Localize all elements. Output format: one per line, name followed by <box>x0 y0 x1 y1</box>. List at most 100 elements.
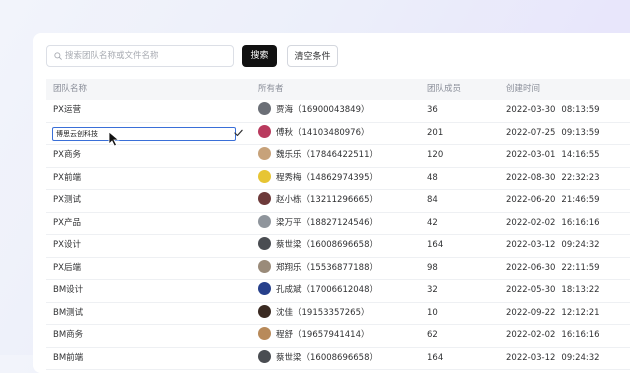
created-date: 2022-03-01 <box>506 150 556 160</box>
member-count: 120 <box>427 150 444 160</box>
clear-filters-button[interactable]: 清空条件 <box>287 45 338 67</box>
team-name[interactable]: PX运营 <box>53 100 81 122</box>
created-clock: 22:11:59 <box>561 262 600 273</box>
avatar <box>258 304 271 318</box>
created-time: 2022-08-30 22:32:23 <box>506 168 600 190</box>
avatar <box>258 169 271 183</box>
member-count: 201 <box>427 127 444 138</box>
avatar <box>258 192 271 205</box>
team-name[interactable]: BM测试 <box>53 303 83 325</box>
team-name[interactable]: PX设计 <box>53 235 81 257</box>
created-date: 2022-08-30 <box>506 172 556 183</box>
owner: 贾海（16900043849） <box>258 100 370 122</box>
owner-label: 贾海（16900043849） <box>276 105 370 115</box>
search-field[interactable] <box>46 45 234 67</box>
created-clock: 09:24:32 <box>561 240 600 250</box>
owner-label: 沈佳（19153357265） <box>276 307 370 318</box>
avatar <box>258 282 271 295</box>
avatar <box>258 214 271 228</box>
search-icon <box>54 52 62 60</box>
created-time: 2022-06-20 21:46:59 <box>506 190 600 212</box>
owner: 傅秋（14103480976） <box>258 123 370 145</box>
table-row[interactable]: 傅秋（14103480976） 201 2022-07-25 09:13:59 <box>46 123 630 145</box>
created-time: 2022-07-25 09:13:59 <box>506 123 600 145</box>
team-name[interactable]: PX测试 <box>53 190 81 212</box>
created-time: 2022-02-02 16:16:16 <box>506 213 600 235</box>
owner: 蔡世梁（16008696658） <box>258 235 378 257</box>
member-count: 42 <box>427 217 438 228</box>
header-team-name[interactable]: 团队名称 <box>53 79 87 100</box>
created-clock: 16:16:16 <box>561 330 600 340</box>
owner: 梁万平（18827124546） <box>258 213 378 235</box>
header-members[interactable]: 团队成员 <box>427 79 461 100</box>
created-time: 2022-05-30 18:13:22 <box>506 280 600 302</box>
created-clock: 22:32:23 <box>561 172 600 183</box>
owner-label: 赵小栋（13211296665） <box>276 195 378 205</box>
team-name[interactable]: BM设计 <box>53 280 83 302</box>
search-toolbar: 搜索 清空条件 <box>46 45 630 67</box>
table-row[interactable]: BM设计 孔成斌（17006612048） 32 2022-05-30 18:13:22 <box>46 280 630 303</box>
created-date: 2022-02-02 <box>506 330 556 340</box>
owner: 赵小栋（13211296665） <box>258 190 378 212</box>
owner: 郑翔乐（15536877188） <box>258 258 378 280</box>
created-date: 2022-09-22 <box>506 307 556 318</box>
team-name[interactable]: PX产品 <box>53 213 81 235</box>
team-name[interactable]: PX前端 <box>53 168 81 190</box>
team-name[interactable]: BM商务 <box>53 325 83 347</box>
table-row[interactable]: PX测试 赵小栋（13211296665） 84 2022-06-20 21:46:59 <box>46 190 630 213</box>
member-count: 48 <box>427 172 438 183</box>
table-row[interactable]: PX产品 梁万平（18827124546） 42 2022-02-02 16:16:16 <box>46 213 630 235</box>
table-row[interactable]: BM前端 蔡世梁（16008696658） 164 2022-03-12 09:24:3… <box>46 348 630 370</box>
created-clock: 21:46:59 <box>561 195 600 205</box>
avatar <box>258 237 271 250</box>
avatar <box>258 259 271 273</box>
owner-label: 孔成斌（17006612048） <box>276 285 378 295</box>
owner-label: 梁万平（18827124546） <box>276 217 378 228</box>
created-time: 2022-03-30 08:13:59 <box>506 100 600 122</box>
owner: 程舒（19657941414） <box>258 325 370 347</box>
member-count: 36 <box>427 105 438 115</box>
table-row[interactable]: PX设计 蔡世梁（16008696658） 164 2022-03-12 09:24:3… <box>46 235 630 258</box>
header-created-time[interactable]: 创建时间 <box>506 79 540 100</box>
created-date: 2022-03-12 <box>506 352 556 363</box>
table-row[interactable]: BM商务 程舒（19657941414） 62 2022-02-02 16:16:16 <box>46 325 630 348</box>
search-input[interactable] <box>65 46 229 66</box>
member-count: 164 <box>427 240 444 250</box>
member-count: 164 <box>427 352 444 363</box>
header-owner[interactable]: 所有者 <box>258 79 284 100</box>
created-clock: 09:13:59 <box>561 127 600 138</box>
created-date: 2022-02-02 <box>506 217 556 228</box>
created-date: 2022-06-30 <box>506 262 556 273</box>
table-row[interactable]: PX商务 魏乐乐（17846422511） 120 2022-03-01 14:16:5… <box>46 145 630 168</box>
table-row[interactable]: BM测试 沈佳（19153357265） 10 2022-09-22 12:12:21 <box>46 303 630 325</box>
owner-label: 郑翔乐（15536877188） <box>276 262 378 273</box>
member-count: 62 <box>427 330 438 340</box>
table-row[interactable]: PX后端 郑翔乐（15536877188） 98 2022-06-30 22:11:59 <box>46 258 630 280</box>
team-name[interactable]: PX后端 <box>53 258 81 280</box>
team-name[interactable]: PX商务 <box>53 145 81 167</box>
created-clock: 12:12:21 <box>561 307 600 318</box>
created-time: 2022-03-12 09:24:32 <box>506 348 600 370</box>
table-row[interactable]: PX运营 贾海（16900043849） 36 2022-03-30 08:13:59 <box>46 100 630 123</box>
owner-label: 蔡世梁（16008696658） <box>276 352 378 363</box>
owner: 沈佳（19153357265） <box>258 303 370 325</box>
owner: 程秀梅（14862974395） <box>258 168 378 190</box>
search-button[interactable]: 搜索 <box>242 45 277 67</box>
avatar <box>258 124 271 138</box>
member-count: 84 <box>427 195 438 205</box>
created-date: 2022-07-25 <box>506 127 556 138</box>
owner-label: 程秀梅（14862974395） <box>276 172 378 183</box>
created-date: 2022-05-30 <box>506 285 556 295</box>
created-time: 2022-03-12 09:24:32 <box>506 235 600 257</box>
confirm-check-icon[interactable] <box>234 129 243 137</box>
team-name-edit-input[interactable] <box>52 126 236 141</box>
created-clock: 16:16:16 <box>561 217 600 228</box>
avatar <box>258 147 271 160</box>
created-time: 2022-02-02 16:16:16 <box>506 325 600 347</box>
team-name[interactable]: BM前端 <box>53 348 83 370</box>
table-row[interactable]: PX前端 程秀梅（14862974395） 48 2022-08-30 22:32:23 <box>46 168 630 190</box>
created-date: 2022-03-30 <box>506 105 556 115</box>
created-date: 2022-06-20 <box>506 195 556 205</box>
created-time: 2022-03-01 14:16:55 <box>506 145 600 167</box>
created-date: 2022-03-12 <box>506 240 556 250</box>
